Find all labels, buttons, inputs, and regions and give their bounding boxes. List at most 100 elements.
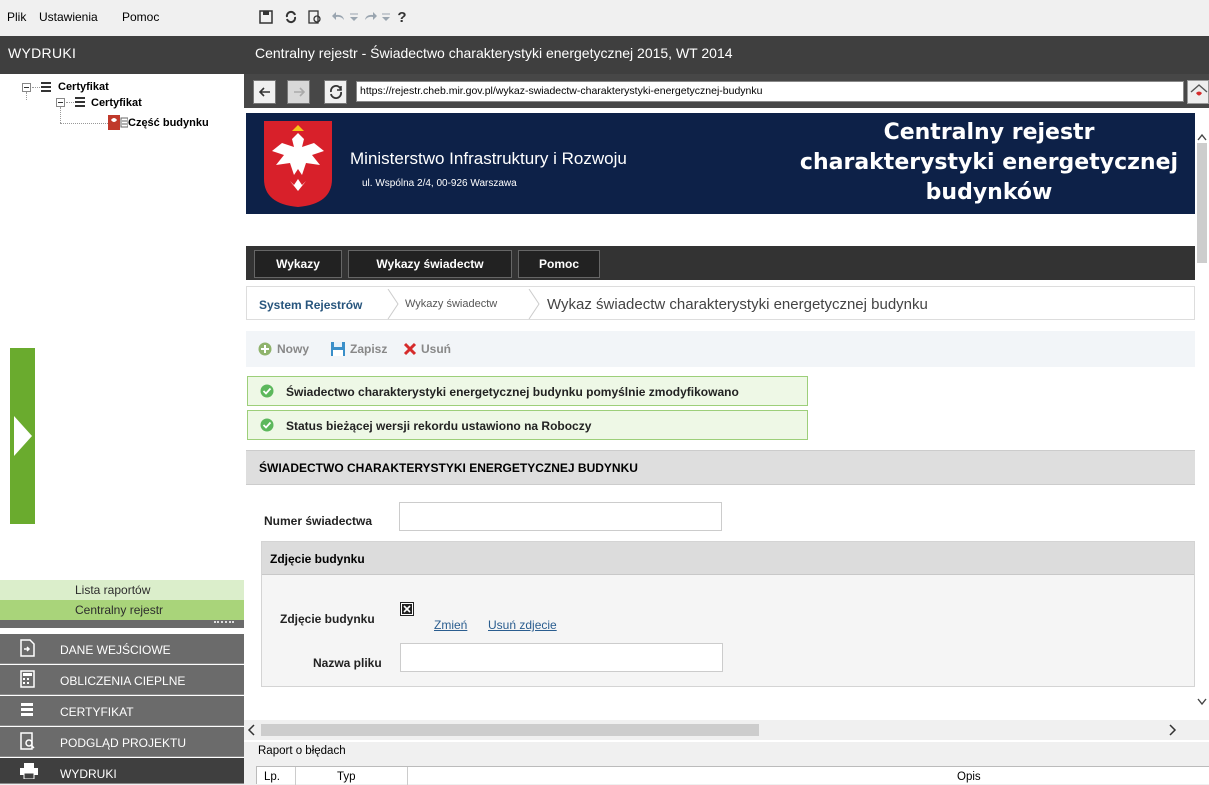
- add-icon: [258, 342, 272, 356]
- menu-pomoc[interactable]: Pomoc: [122, 10, 159, 24]
- coat-of-arms-icon: [264, 121, 332, 207]
- column-lp[interactable]: Lp.: [264, 771, 280, 783]
- splitter[interactable]: [0, 620, 244, 628]
- site-title: Centralny rejestr charakterystyki energe…: [774, 118, 1204, 208]
- scroll-right-icon[interactable]: [1169, 724, 1177, 736]
- redo-dropdown-icon[interactable]: [378, 8, 394, 26]
- tree-item-czesc-budynku[interactable]: Część budynku: [128, 117, 209, 129]
- redo-icon[interactable]: [362, 8, 378, 26]
- number-field[interactable]: [399, 502, 722, 531]
- nav-label: PODGLĄD PROJEKTU: [60, 736, 187, 750]
- vertical-scrollbar[interactable]: [1195, 113, 1209, 713]
- right-panel: Centralny rejestr - Świadectwo charakter…: [244, 36, 1209, 785]
- help-icon[interactable]: ?: [394, 8, 410, 26]
- filename-label: Nazwa pliku: [313, 656, 382, 670]
- breadcrumb-separator-icon: [528, 289, 540, 319]
- nav-label: CERTYFIKAT: [60, 705, 134, 719]
- tree-connector: [26, 92, 27, 100]
- scroll-left-icon[interactable]: [247, 724, 255, 736]
- nav-certyfikat[interactable]: CERTYFIKAT: [0, 696, 244, 726]
- tree-item-certyfikat-root[interactable]: Certyfikat: [58, 81, 109, 93]
- tab-wykazy[interactable]: Wykazy: [254, 250, 342, 278]
- photo-section-header: Zdjęcie budynku: [262, 542, 1194, 575]
- tree-connector: [66, 102, 74, 103]
- site-navbar: Wykazy Wykazy świadectw Pomoc: [246, 246, 1195, 280]
- nav-obliczenia-cieplne[interactable]: OBLICZENIA CIEPLNE: [0, 665, 244, 695]
- building-part-icon: [108, 115, 128, 130]
- tree-expander-root[interactable]: [22, 83, 31, 92]
- column-typ[interactable]: Typ: [337, 771, 356, 783]
- forward-button[interactable]: [287, 80, 310, 104]
- browser-bar: https://rejestr.cheb.mir.gov.pl/wykaz-sw…: [244, 74, 1209, 108]
- url-field[interactable]: https://rejestr.cheb.mir.gov.pl/wykaz-sw…: [356, 81, 1184, 102]
- breadcrumb-wykazy-swiadectw[interactable]: Wykazy świadectw: [405, 298, 497, 310]
- scroll-down-icon[interactable]: [1197, 698, 1207, 706]
- record-toolbar: Nowy Zapisz Usuń: [246, 331, 1195, 367]
- breadcrumb: System Rejestrów Wykazy świadectw Wykaz …: [246, 286, 1195, 320]
- left-panel: WYDRUKI Certyfikat Certyfikat Część budy…: [0, 36, 244, 784]
- reload-icon: [329, 85, 342, 99]
- delete-button[interactable]: Usuń: [421, 342, 451, 356]
- error-report-title: Raport o błędach: [258, 745, 346, 757]
- breadcrumb-separator-icon: [387, 289, 399, 319]
- home-icon: [1190, 84, 1208, 96]
- link-lista-raportow[interactable]: Lista raportów: [0, 580, 244, 600]
- message-text: Status bieżącej wersji rekordu ustawiono…: [286, 419, 592, 433]
- tab-pomoc[interactable]: Pomoc: [518, 250, 600, 278]
- photo-label: Zdjęcie budynku: [280, 612, 375, 626]
- menu-plik[interactable]: Plik: [7, 10, 26, 24]
- tree-item-certyfikat-child[interactable]: Certyfikat: [91, 97, 142, 109]
- menu-plik-label: Plik: [7, 10, 27, 24]
- site-title-line: Centralny rejestr: [883, 120, 1095, 145]
- nav-dane-wejsciowe[interactable]: DANE WEJŚCIOWE: [0, 634, 244, 664]
- remove-photo-link[interactable]: Usuń zdjecie: [488, 618, 557, 632]
- reload-button[interactable]: [324, 80, 347, 104]
- nav-label: DANE WEJŚCIOWE: [60, 643, 171, 657]
- filename-field[interactable]: [400, 643, 723, 672]
- site-title-line: budynków: [925, 180, 1053, 205]
- ministry-address: ul. Wspólna 2/4, 00-926 Warszawa: [362, 178, 517, 189]
- collapse-panel-tab[interactable]: [10, 348, 35, 524]
- arrow-right-icon: [293, 87, 305, 97]
- tab-wykazy-swiadectw[interactable]: Wykazy świadectw: [348, 250, 512, 278]
- link-centralny-rejestr[interactable]: Centralny rejestr: [0, 600, 244, 620]
- breadcrumb-current: Wykaz świadectw charakterystyki energety…: [547, 296, 928, 313]
- ministry-name: Ministerstwo Infrastruktury i Rozwoju: [350, 149, 627, 168]
- message-text: Świadectwo charakterystyki energetycznej…: [286, 385, 739, 399]
- refresh-icon[interactable]: [283, 8, 299, 26]
- delete-icon: [403, 342, 417, 356]
- breadcrumb-system-rejestrow[interactable]: System Rejestrów: [259, 298, 362, 312]
- tree-connector: [32, 87, 40, 88]
- left-panel-header: WYDRUKI: [0, 36, 244, 74]
- nav-podglad-projektu[interactable]: PODGLĄD PROJEKTU: [0, 727, 244, 757]
- horizontal-scrollbar[interactable]: [244, 720, 1209, 740]
- nav-wydruki[interactable]: WYDRUKI: [0, 758, 244, 784]
- scroll-thumb[interactable]: [1197, 143, 1207, 263]
- undo-dropdown-icon[interactable]: [346, 8, 362, 26]
- document-arrow-icon: [20, 639, 36, 657]
- column-opis[interactable]: Opis: [957, 771, 981, 783]
- change-photo-link[interactable]: Zmień: [434, 618, 467, 632]
- menu-bar: Plik Ustawienia Pomoc ?: [0, 0, 1209, 36]
- check-circle-icon: [260, 418, 274, 432]
- column-divider: [295, 767, 296, 785]
- section-title: ŚWIADECTWO CHARAKTERYSTYKI ENERGETYCZNEJ…: [246, 450, 1195, 485]
- tree-expander-child[interactable]: [56, 98, 65, 107]
- menu-pomoc-label: Pomoc: [122, 10, 160, 24]
- right-panel-header: Centralny rejestr - Świadectwo charakter…: [244, 36, 1209, 74]
- undo-icon[interactable]: [331, 8, 347, 26]
- number-label: Numer świadectwa: [264, 514, 373, 528]
- preview-icon[interactable]: [307, 8, 323, 26]
- home-heart-button[interactable]: [1187, 80, 1209, 104]
- scroll-thumb[interactable]: [261, 724, 759, 736]
- scroll-up-icon[interactable]: [1197, 133, 1207, 141]
- back-button[interactable]: [253, 80, 276, 104]
- error-report-header: Lp. Typ Opis: [256, 766, 1209, 785]
- menu-ustawienia[interactable]: Ustawienia: [39, 10, 98, 24]
- new-button[interactable]: Nowy: [277, 342, 309, 356]
- save-button[interactable]: Zapisz: [350, 342, 387, 356]
- document-stack-icon: [74, 96, 86, 108]
- site-banner: Ministerstwo Infrastruktury i Rozwoju ul…: [246, 113, 1195, 214]
- save-icon[interactable]: [258, 8, 274, 26]
- stack-icon: [20, 701, 36, 719]
